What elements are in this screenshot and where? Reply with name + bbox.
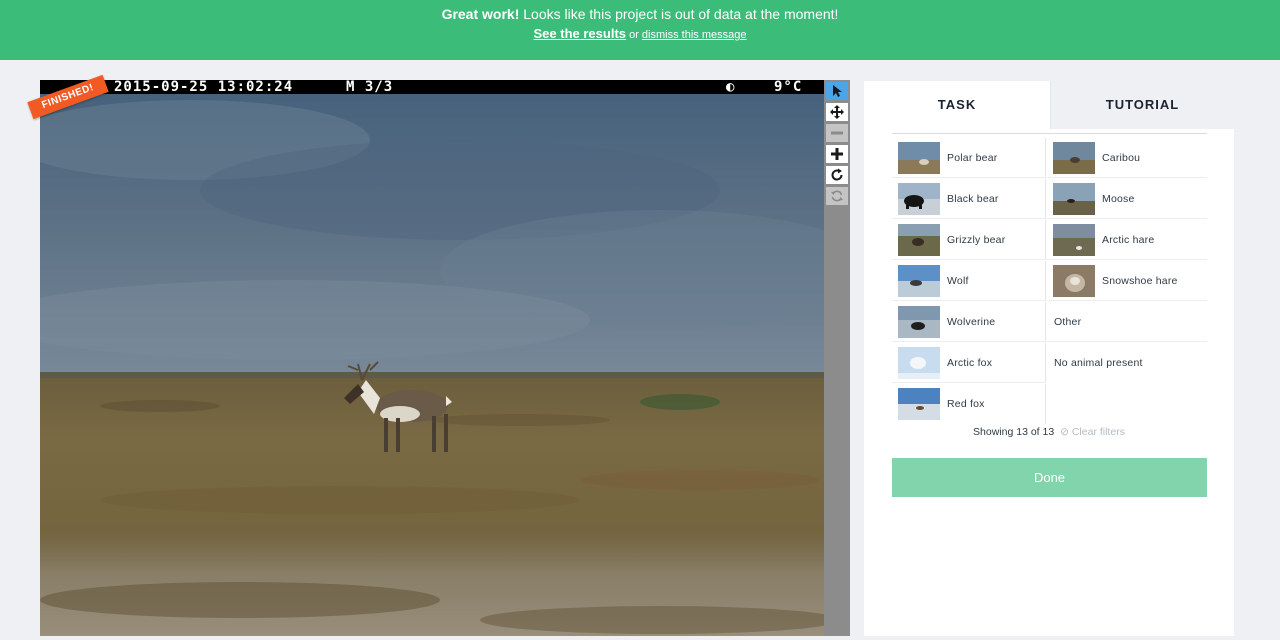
wolverine-thumbnail — [898, 305, 940, 338]
camera-temperature: 9°C — [774, 80, 803, 95]
choice-arctic-fox[interactable]: Arctic fox — [892, 343, 1046, 383]
pointer-tool-button[interactable] — [826, 82, 848, 100]
choice-label: Other — [1054, 315, 1082, 328]
see-results-link[interactable]: See the results — [534, 26, 627, 41]
camera-info-bar: 2015-09-25 13:02:24 M 3/3 ◐ 9°C — [40, 80, 824, 94]
zoom-in-icon — [831, 148, 843, 160]
banner-or: or — [626, 29, 642, 41]
choice-label: Wolf — [947, 274, 969, 287]
choice-label: Arctic hare — [1102, 233, 1155, 246]
dismiss-message-link[interactable]: dismiss this message — [642, 29, 747, 41]
choice-no-animal-present[interactable]: No animal present — [1047, 343, 1207, 383]
banner-text: Looks like this project is out of data a… — [519, 6, 839, 22]
banner-strong: Great work! — [441, 6, 520, 22]
arctic-hare-thumbnail — [1053, 223, 1095, 256]
caribou-thumbnail — [1053, 141, 1095, 174]
rotate-button[interactable] — [826, 166, 848, 184]
choice-other[interactable]: Other — [1047, 302, 1207, 342]
filter-status: Showing 13 of 13 ⊘ Clear filters — [864, 426, 1234, 438]
choice-label: Snowshoe hare — [1102, 274, 1178, 287]
red-fox-thumbnail — [898, 388, 940, 420]
choice-red-fox[interactable]: Red fox — [892, 384, 1046, 424]
banner-message: Great work! Looks like this project is o… — [0, 6, 1280, 22]
choice-label: Black bear — [947, 192, 999, 205]
reset-button[interactable] — [826, 187, 848, 205]
choice-polar-bear[interactable]: Polar bear — [892, 138, 1046, 178]
choice-black-bear[interactable]: Black bear — [892, 179, 1046, 219]
snowshoe-hare-thumbnail — [1053, 264, 1095, 297]
task-tabs: TASK TUTORIAL — [864, 81, 1234, 129]
tab-tutorial[interactable]: TUTORIAL — [1050, 81, 1234, 129]
choice-label: Wolverine — [947, 315, 996, 328]
tab-task[interactable]: TASK — [864, 81, 1050, 129]
moose-thumbnail — [1053, 182, 1095, 215]
choice-label: Caribou — [1102, 151, 1141, 164]
subject-viewer[interactable]: 2015-09-25 13:02:24 M 3/3 ◐ 9°C — [40, 80, 824, 636]
choice-label: No animal present — [1054, 357, 1143, 369]
choice-grizzly-bear[interactable]: Grizzly bear — [892, 220, 1046, 260]
choice-caribou[interactable]: Caribou — [1047, 138, 1207, 178]
choice-arctic-hare[interactable]: Arctic hare — [1047, 220, 1207, 260]
zoom-out-button[interactable] — [826, 124, 848, 142]
arctic-fox-thumbnail — [898, 346, 940, 379]
grizzly-bear-thumbnail — [898, 223, 940, 256]
clear-filters-label: Clear filters — [1071, 426, 1125, 438]
black-bear-thumbnail — [898, 182, 940, 215]
camera-timestamp: 2015-09-25 13:02:24 — [114, 80, 294, 95]
choice-wolf[interactable]: Wolf — [892, 261, 1046, 301]
wolf-thumbnail — [898, 264, 940, 297]
clear-filters-button[interactable]: ⊘ Clear filters — [1060, 426, 1125, 438]
polar-bear-thumbnail — [898, 141, 940, 174]
zoom-in-button[interactable] — [826, 145, 848, 163]
choice-label: Red fox — [947, 398, 985, 410]
choice-label: Polar bear — [947, 151, 998, 164]
choice-wolverine[interactable]: Wolverine — [892, 302, 1046, 342]
notification-banner: Great work! Looks like this project is o… — [0, 0, 1280, 60]
pointer-icon — [833, 85, 842, 97]
camera-trap-image — [40, 80, 824, 636]
move-tool-button[interactable] — [826, 103, 848, 121]
clear-icon: ⊘ — [1060, 426, 1069, 438]
rotate-icon — [831, 168, 843, 181]
camera-mode: M 3/3 — [346, 80, 394, 95]
tabs-divider — [892, 133, 1207, 134]
banner-actions: See the results or dismiss this message — [0, 26, 1280, 41]
zoom-out-icon — [831, 131, 843, 135]
choice-moose[interactable]: Moose — [1047, 179, 1207, 219]
showing-count: Showing 13 of 13 — [973, 426, 1055, 438]
task-panel: TASK TUTORIAL Polar bear Black bear Griz… — [864, 81, 1234, 636]
choice-label: Grizzly bear — [947, 233, 1006, 246]
reset-icon — [831, 190, 843, 202]
moon-phase-icon: ◐ — [726, 80, 735, 95]
image-toolbar — [824, 80, 850, 636]
choice-label: Arctic fox — [947, 356, 993, 369]
move-icon — [830, 105, 844, 119]
done-button[interactable]: Done — [892, 458, 1207, 497]
choice-label: Moose — [1102, 192, 1135, 205]
choice-snowshoe-hare[interactable]: Snowshoe hare — [1047, 261, 1207, 301]
